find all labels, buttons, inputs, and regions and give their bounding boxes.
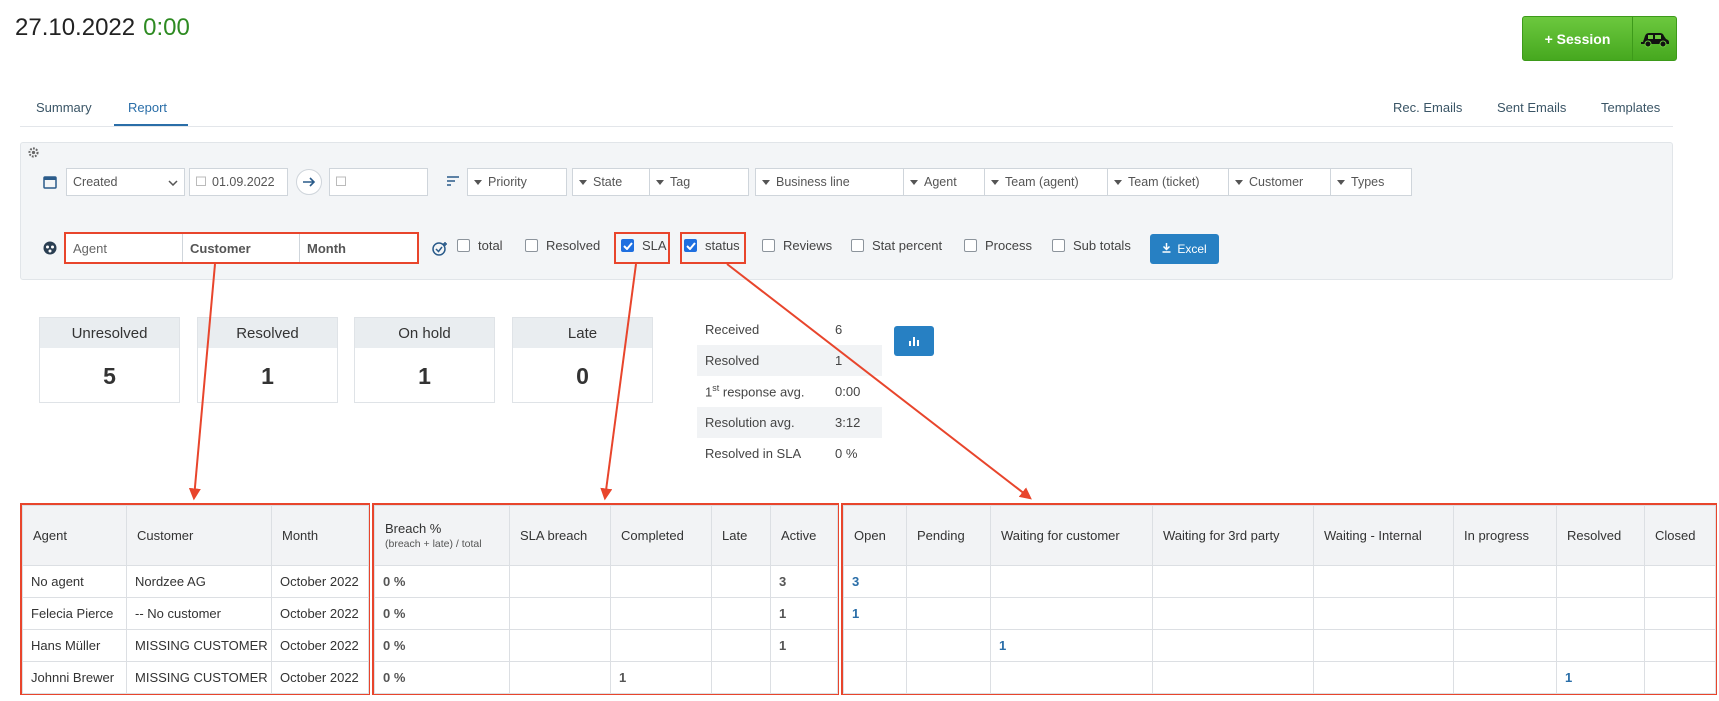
annotation-arrows <box>188 263 1032 501</box>
arrow-status-to-table <box>726 263 1032 500</box>
arrow-sla-to-table <box>600 263 637 501</box>
arrow-group-to-table <box>188 263 216 501</box>
